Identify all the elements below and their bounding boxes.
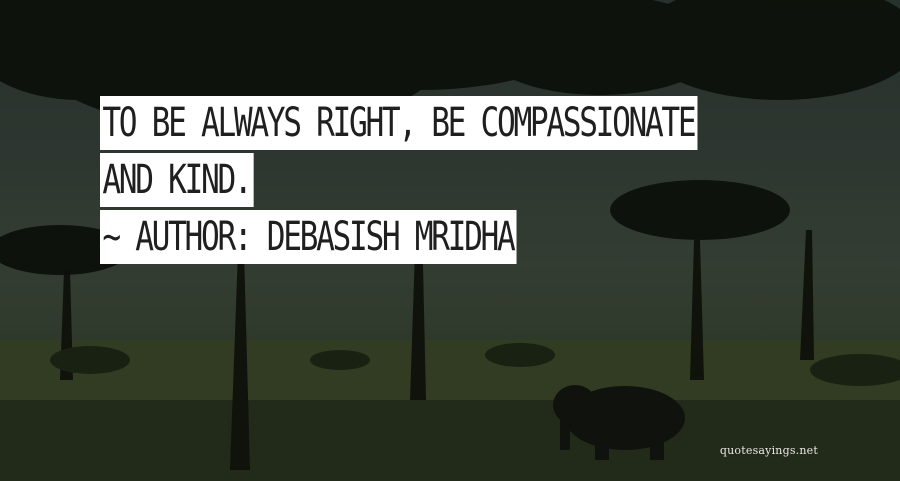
quote-author: ~ AUTHOR: DEBASISH MRIDHA [100,210,517,264]
site-watermark: quotesayings.net [719,444,818,457]
quote-block: TO BE ALWAYS RIGHT, BE COMPASSIONATE AND… [100,96,840,267]
quote-card: TO BE ALWAYS RIGHT, BE COMPASSIONATE AND… [0,0,900,481]
quote-line-2: AND KIND. [100,153,254,207]
quote-line-1: TO BE ALWAYS RIGHT, BE COMPASSIONATE [100,96,698,150]
